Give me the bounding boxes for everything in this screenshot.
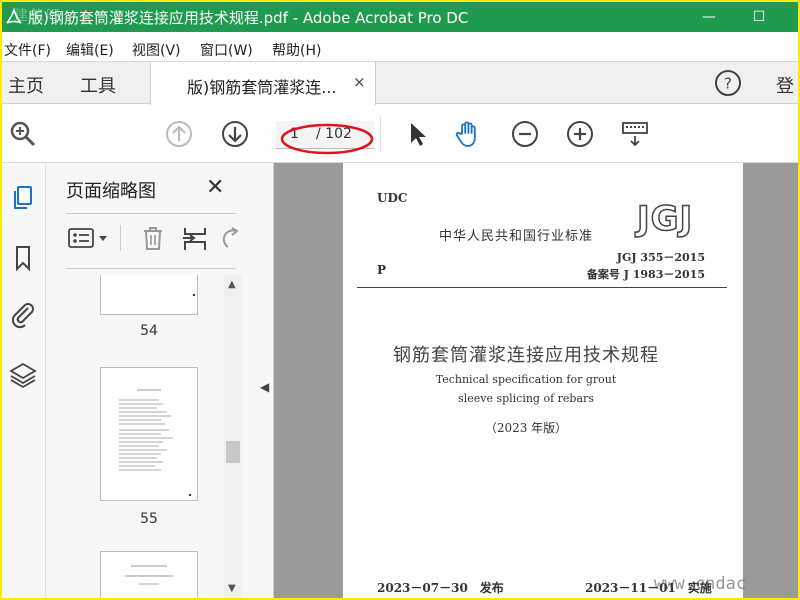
menu-window[interactable]: 窗口(W) bbox=[200, 40, 253, 60]
delete-icon[interactable] bbox=[138, 223, 168, 253]
bookmark-icon[interactable] bbox=[8, 243, 38, 273]
sign-in-link[interactable]: 登 bbox=[776, 72, 794, 98]
doc-edition: （2023 年版） bbox=[484, 421, 568, 435]
tab-document-label: 版)钢筋套筒灌浆连... bbox=[187, 78, 337, 97]
rotate-icon[interactable] bbox=[218, 223, 240, 253]
insert-page-icon[interactable] bbox=[180, 223, 210, 253]
tab-home[interactable]: 主页 bbox=[8, 72, 44, 98]
thumbnail-list: 54 55 bbox=[46, 275, 242, 598]
collapse-panel-icon[interactable]: ◀ bbox=[260, 380, 269, 394]
maximize-button[interactable]: ☐ bbox=[736, 2, 782, 32]
panel-close-button[interactable]: ✕ bbox=[206, 175, 224, 200]
thumbnail-panel: 页面缩略图 ✕ 54 55 ▲ ▼ bbox=[46, 163, 274, 598]
acrobat-window: 建筑吧 版)钢筋套筒灌浆连接应用技术规程.pdf - Adobe Acrobat… bbox=[2, 2, 798, 598]
zoom-in-icon[interactable] bbox=[565, 119, 595, 149]
thumbnail-content bbox=[119, 389, 191, 496]
document-view[interactable]: UDC 中华人民共和国行业标准 JGJ P JGJ 355－2015 备案号 J… bbox=[274, 163, 798, 598]
panel-divider-2 bbox=[66, 268, 236, 269]
doc-title-cn: 钢筋套筒灌浆连接应用技术规程 bbox=[393, 345, 659, 366]
panel-title: 页面缩略图 bbox=[66, 181, 156, 202]
panel-tool-divider bbox=[120, 225, 121, 251]
thumbnail-content bbox=[125, 565, 173, 585]
window-title: 版)钢筋套筒灌浆连接应用技术规程.pdf - Adobe Acrobat Pro… bbox=[28, 9, 469, 27]
title-bar: 建筑吧 版)钢筋套筒灌浆连接应用技术规程.pdf - Adobe Acrobat… bbox=[2, 2, 798, 32]
panel-divider bbox=[66, 213, 236, 214]
toolbar-divider bbox=[380, 117, 381, 151]
doc-classification: P bbox=[377, 263, 387, 277]
thumbnail-label: 55 bbox=[140, 511, 158, 527]
navigation-rail bbox=[2, 163, 46, 598]
doc-issue-date: 2023－07－30 发布 bbox=[377, 581, 504, 595]
page-up-icon[interactable] bbox=[164, 119, 194, 149]
annotation-ellipse bbox=[280, 123, 374, 155]
attachment-icon[interactable] bbox=[8, 299, 38, 329]
doc-title-en-line2: sleeve splicing of rebars bbox=[458, 392, 594, 405]
tab-tools[interactable]: 工具 bbox=[80, 72, 116, 98]
thumbnail-page[interactable] bbox=[100, 551, 198, 598]
corner-watermark: www.cndac bbox=[654, 574, 747, 594]
toolbar: 1 / 102 bbox=[2, 105, 798, 163]
doc-title-en-line1: Technical specification for grout bbox=[435, 373, 617, 386]
page-thumbnails-icon[interactable] bbox=[8, 183, 38, 213]
doc-udc: UDC bbox=[377, 191, 408, 205]
zoom-out-icon[interactable] bbox=[510, 119, 540, 149]
zoom-search-icon[interactable] bbox=[8, 119, 38, 149]
close-tab-button[interactable]: × bbox=[353, 73, 366, 91]
page-down-icon[interactable] bbox=[220, 119, 250, 149]
thumbnail-page[interactable] bbox=[100, 367, 198, 501]
doc-record-number: 备案号 J 1983－2015 bbox=[586, 268, 705, 281]
doc-standard-org: 中华人民共和国行业标准 bbox=[439, 229, 594, 244]
hand-tool-icon[interactable] bbox=[454, 119, 484, 149]
select-arrow-icon[interactable] bbox=[402, 119, 432, 149]
help-icon[interactable]: ? bbox=[714, 69, 742, 97]
scroll-down-icon[interactable]: ▼ bbox=[228, 583, 236, 594]
layers-icon[interactable] bbox=[8, 359, 38, 389]
thumbnail-label: 54 bbox=[140, 323, 158, 339]
thumbnail-scrollbar[interactable]: ▲ ▼ bbox=[224, 275, 242, 598]
thumbnail-mark bbox=[193, 294, 195, 296]
minimize-button[interactable]: — bbox=[686, 2, 732, 32]
thumbnail-options-icon[interactable] bbox=[66, 223, 112, 253]
menu-view[interactable]: 视图(V) bbox=[132, 40, 181, 60]
tab-document[interactable]: 版)钢筋套筒灌浆连... × bbox=[150, 62, 376, 105]
document-page: UDC 中华人民共和国行业标准 JGJ P JGJ 355－2015 备案号 J… bbox=[343, 163, 743, 598]
keyboard-icon[interactable] bbox=[620, 119, 650, 149]
help-icon-glyph: ? bbox=[724, 75, 732, 93]
menu-file[interactable]: 文件(F) bbox=[4, 40, 51, 60]
doc-header-rule bbox=[357, 287, 727, 288]
doc-jgj-logo: JGJ bbox=[636, 198, 694, 240]
menu-edit[interactable]: 编辑(E) bbox=[66, 40, 114, 60]
thumbnail-page[interactable] bbox=[100, 275, 198, 315]
tab-bar: 主页 工具 版)钢筋套筒灌浆连... × ? 登 bbox=[2, 62, 798, 105]
menu-help[interactable]: 帮助(H) bbox=[272, 40, 321, 60]
scrollbar-thumb[interactable] bbox=[226, 441, 240, 463]
doc-standard-number: JGJ 355－2015 bbox=[616, 251, 705, 264]
menu-bar: 文件(F) 编辑(E) 视图(V) 窗口(W) 帮助(H) bbox=[2, 32, 798, 62]
scroll-up-icon[interactable]: ▲ bbox=[228, 279, 236, 290]
